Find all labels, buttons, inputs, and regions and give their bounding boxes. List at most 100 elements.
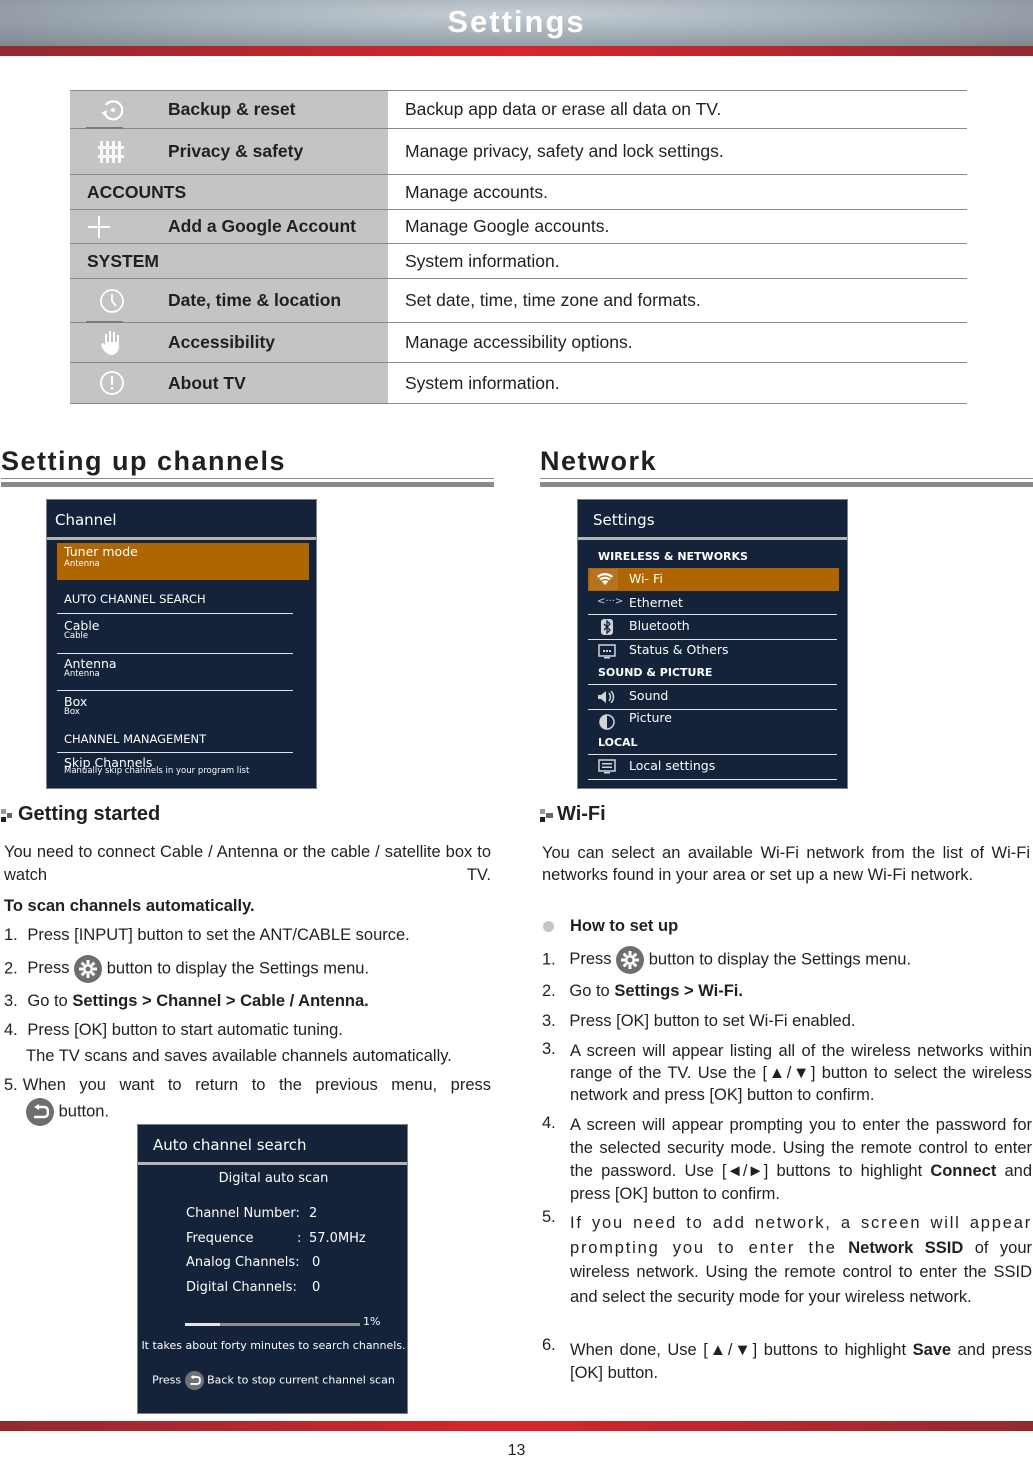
wifi-step-4: 4. A screen will appear prompting you to… <box>542 1114 1032 1206</box>
step-text: A screen will appear prompting you to en… <box>570 1114 1032 1206</box>
clock-icon <box>84 286 140 316</box>
page-number: 13 <box>507 1442 526 1459</box>
category-label: SYSTEM <box>87 250 159 271</box>
panel-title: Settings <box>578 500 847 540</box>
category-sound-picture: SOUND & PICTURE <box>598 666 713 679</box>
step-text: Press [OK] button to set Wi-Fi enabled. <box>569 1012 856 1030</box>
step-text: button to display the Settings menu. <box>106 959 370 978</box>
step-4-detail: The TV scans and saves available channel… <box>26 1047 452 1065</box>
picture-icon <box>599 714 615 730</box>
setting-label: About TV <box>168 372 246 393</box>
step-4: 4. Press [OK] button to start automatic … <box>4 1019 494 1042</box>
step-text: Press <box>569 950 612 969</box>
step-5: 5. When you want to return to the previo… <box>4 1074 491 1097</box>
page-title: Settings <box>447 4 586 39</box>
backup-reset-icon <box>84 95 140 125</box>
step-bold: Save <box>912 1341 952 1359</box>
item-label: Status & Others <box>629 642 729 657</box>
step-number: 4. <box>4 1021 18 1039</box>
setting-description: Set date, time, time zone and formats. <box>405 290 701 310</box>
item-label: Ethernet <box>629 595 683 610</box>
step-text: When done, Use [▲/▼] buttons to highligh… <box>570 1339 1032 1385</box>
scan-subtitle: Digital auto scan <box>218 1171 329 1186</box>
wifi-step-6: 6. When done, Use [▲/▼] buttons to highl… <box>542 1336 1032 1385</box>
wifi-step-3b: 3. A screen will appear listing all of t… <box>542 1040 1032 1106</box>
step-text: Press [INPUT] button to set the ANT/CABL… <box>27 926 410 944</box>
info-exclamation-icon <box>84 368 140 398</box>
ethernet-icon: <···> <box>597 596 624 607</box>
getting-started-intro: You need to connect Cable / Antenna or t… <box>4 843 491 884</box>
step-text: If you need to add network, a screen wil… <box>570 1211 1032 1309</box>
menu-item-wifi[interactable]: Wi- Fi <box>588 568 839 591</box>
menu-item-cable[interactable]: Cable Cable <box>64 618 100 641</box>
setting-label: Add a Google Account <box>168 216 356 236</box>
step-number: 6. <box>542 1336 556 1354</box>
bluetooth-icon <box>601 619 613 635</box>
menu-path: Settings > Channel > Cable / Antenna. <box>72 992 369 1010</box>
field-label: Analog Channels: <box>186 1255 300 1270</box>
section-title-network: Network <box>540 446 658 476</box>
field-digital-channels: Digital Channels: 0 <box>186 1276 320 1301</box>
step-3: 3. Go to Settings > Channel > Cable / An… <box>4 990 494 1013</box>
scan-progress-fill <box>185 1323 220 1326</box>
local-settings-icon <box>598 759 616 774</box>
bullet-dot-icon <box>543 921 554 932</box>
hint-text: Back to stop current channel scan <box>207 1373 395 1387</box>
step-5-cont: button. <box>26 1098 109 1126</box>
setting-description: Manage Google accounts. <box>405 216 610 236</box>
item-label: Picture <box>629 710 672 725</box>
status-others-icon <box>598 644 616 659</box>
menu-item-local-settings[interactable]: Local settings <box>596 757 839 777</box>
hint-text: Press <box>152 1373 182 1387</box>
category-label: ACCOUNTS <box>87 181 187 202</box>
section-title-channels: Setting up channels <box>1 446 287 476</box>
step-number: 3. <box>4 992 18 1010</box>
header-red-bar <box>0 46 1033 56</box>
panel-title: Channel <box>47 500 316 540</box>
section-rule <box>540 482 1033 487</box>
item-label: Local settings <box>629 758 716 773</box>
scan-subheading: To scan channels automatically. <box>4 897 255 915</box>
menu-item-antenna[interactable]: Antenna Antenna <box>64 656 117 679</box>
settings-gear-icon <box>74 955 103 983</box>
menu-item-bluetooth[interactable]: Bluetooth <box>596 617 839 637</box>
category-auto-channel-search: AUTO CHANNEL SEARCH <box>64 592 206 606</box>
auto-channel-search-panel: Auto channel search Digital auto scan Ch… <box>137 1124 408 1414</box>
step-text: When you want to return to the previous … <box>22 1076 491 1094</box>
channel-menu-panel: Channel Tuner mode Antenna AUTO CHANNEL … <box>46 499 317 789</box>
item-sub: Manually skip channels in your program l… <box>64 766 250 776</box>
field-value: 0 <box>312 1255 321 1270</box>
setting-label: Backup & reset <box>168 99 296 119</box>
plus-icon <box>86 214 142 240</box>
back-button-icon <box>26 1098 54 1126</box>
menu-item-ethernet[interactable]: <···> Ethernet <box>596 594 839 614</box>
scan-progress-bar <box>185 1323 360 1326</box>
section-rule <box>540 478 1033 479</box>
field-frequence: Frequence:57.0MHz <box>186 1227 366 1252</box>
step-number: 3. <box>542 1012 556 1030</box>
menu-item-skip-channels[interactable]: Skip Channels Manually skip channels in … <box>64 755 249 776</box>
menu-item-sound[interactable]: Sound <box>596 687 839 707</box>
wifi-step-2: 2. Go to Settings > Wi-Fi. <box>542 980 743 1003</box>
setting-description: System information. <box>405 372 560 393</box>
setting-label: Date, time & location <box>168 290 342 310</box>
menu-item-box[interactable]: Box Box <box>64 694 87 717</box>
menu-item-picture[interactable]: Picture <box>596 710 839 731</box>
setting-description: Manage accounts. <box>405 181 549 202</box>
step-text: Press <box>27 959 70 978</box>
wifi-icon <box>597 573 613 585</box>
step-text: Press [OK] button to start automatic tun… <box>27 1021 343 1039</box>
table-row-about-tv: About TV System information. <box>70 363 967 404</box>
heading-wifi: Wi-Fi <box>539 803 606 826</box>
menu-item-tuner-mode[interactable]: Tuner mode Antenna <box>57 543 309 580</box>
field-label: Channel Number: <box>186 1206 300 1221</box>
heading-text: Wi-Fi <box>557 803 606 825</box>
back-button-icon <box>184 1371 204 1390</box>
table-row-date-time: Date, time & location Set date, time, ti… <box>70 279 967 323</box>
field-value: 57.0MHz <box>309 1230 366 1246</box>
table-row-accessibility: Accessibility Manage accessibility optio… <box>70 323 967 363</box>
setting-description: Manage privacy, safety and lock settings… <box>405 141 724 161</box>
step-2: 2. Press button to display the Settings … <box>4 955 494 983</box>
menu-item-status-others[interactable]: Status & Others <box>596 641 839 661</box>
sound-icon <box>598 691 615 703</box>
